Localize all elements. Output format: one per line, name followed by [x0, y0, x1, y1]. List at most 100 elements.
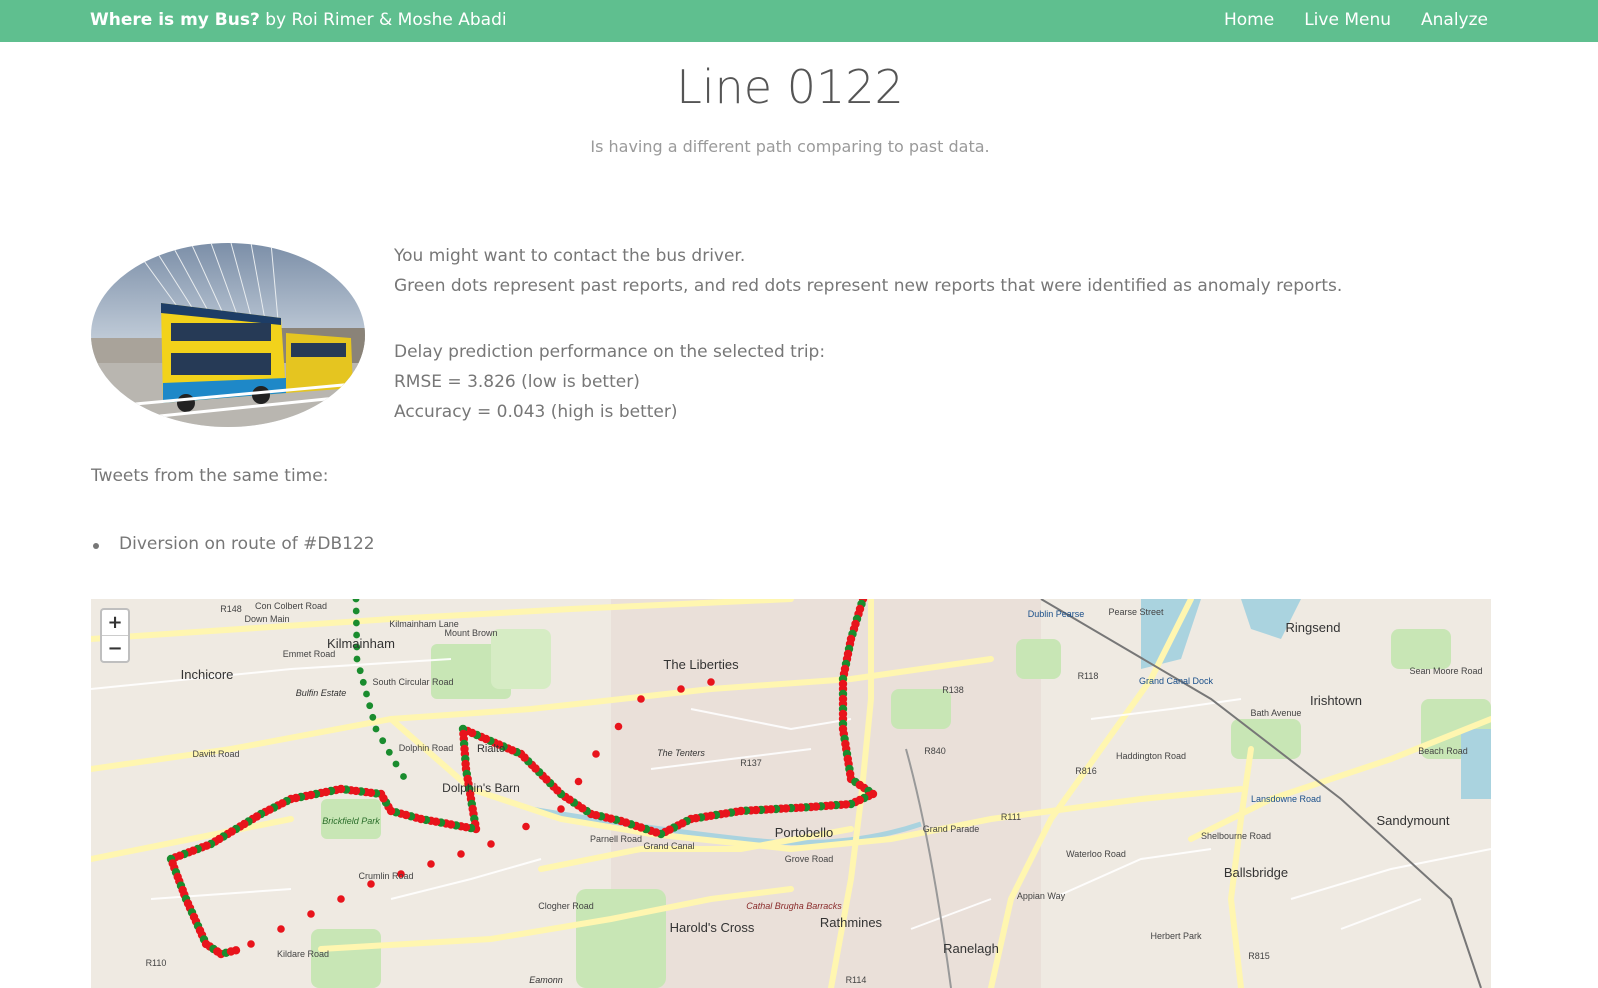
route-dot	[369, 713, 377, 721]
route-dot	[392, 760, 400, 768]
road-label-emmet: Emmet Road	[283, 649, 336, 659]
route-dot	[359, 678, 367, 686]
route-map[interactable]: + − Kilmainham Inchicore The Liberties P…	[91, 599, 1491, 988]
route-dot	[367, 880, 375, 888]
map-label-dublin-pearse: Dublin Pearse	[1028, 609, 1085, 619]
road-label-r138: R138	[942, 685, 964, 695]
road-label-south-circular: South Circular Road	[372, 677, 453, 687]
route-dot	[353, 619, 360, 627]
road-label-kildare: Kildare Road	[277, 949, 329, 959]
map-label-ranelagh: Ranelagh	[943, 941, 999, 956]
map-label-sandymount: Sandymount	[1377, 813, 1450, 828]
road-label-sean-moore: Sean Moore Road	[1409, 666, 1482, 676]
road-label-appian-way: Appian Way	[1017, 891, 1066, 901]
route-dot	[385, 748, 393, 756]
page-subtitle: Is having a different path comparing to …	[590, 137, 990, 156]
road-label-dolphin: Dolphin Road	[399, 743, 454, 753]
road-label-haddington: Haddington Road	[1116, 751, 1186, 761]
road-label-crumlin: Crumlin Road	[358, 871, 413, 881]
route-dot	[356, 667, 364, 675]
map-label-inchicore: Inchicore	[181, 667, 234, 682]
route-dot	[677, 685, 685, 693]
tweet-item: Diversion on route of #DB122	[91, 534, 375, 554]
route-dot	[522, 822, 530, 831]
road-label-parnell: Parnell Road	[590, 834, 642, 844]
route-dot	[277, 925, 285, 933]
road-label-shelbourne: Shelbourne Road	[1201, 831, 1271, 841]
map-label-the-liberties: The Liberties	[663, 657, 739, 672]
road-label-r114: R114	[846, 975, 867, 985]
road-label-davitt: Davitt Road	[192, 749, 239, 759]
nav-analyze-link[interactable]: Analyze	[1421, 10, 1488, 30]
trip-info: You might want to contact the bus driver…	[394, 241, 1342, 427]
route-dot	[307, 910, 315, 918]
route-dot	[707, 678, 715, 686]
map-label-irishtown: Irishtown	[1310, 693, 1362, 708]
nav-links: Home Live Menu Analyze	[1224, 10, 1488, 30]
map-label-grand-canal-dock: Grand Canal Dock	[1139, 676, 1214, 686]
map-label-eamonn: Eamonn	[529, 975, 563, 985]
route-dot	[366, 702, 374, 710]
route-dot	[353, 655, 361, 663]
route-dot	[363, 690, 370, 698]
map-label-cathal-brugha-barracks: Cathal Brugha Barracks	[746, 901, 842, 911]
map-label-ringsend: Ringsend	[1286, 620, 1341, 635]
road-label-kilmainham-lane: Kilmainham Lane	[389, 619, 459, 629]
zoom-in-button[interactable]: +	[102, 610, 128, 635]
rmse-value: RMSE = 3.826 (low is better)	[394, 372, 640, 392]
road-label-r815: R815	[1248, 951, 1270, 961]
route-dot	[592, 750, 600, 758]
page-title: Line 0122	[676, 60, 904, 114]
road-label-grand-parade: Grand Parade	[923, 824, 980, 834]
route-dot	[557, 805, 565, 813]
map-label-portobello: Portobello	[775, 825, 834, 840]
route-dot	[379, 737, 387, 745]
road-label-con-colbert: Con Colbert Road	[255, 601, 327, 611]
route-dot	[457, 850, 465, 858]
road-label-bath-avenue: Bath Avenue	[1251, 708, 1302, 718]
zoom-out-button[interactable]: −	[102, 635, 128, 661]
road-label-pearse-street: Pearse Street	[1108, 607, 1164, 617]
road-label-r148: R148	[220, 604, 242, 614]
top-navbar: Where is my Bus? by Roi Rimer & Moshe Ab…	[0, 0, 1598, 42]
route-dot	[400, 773, 407, 780]
performance-heading: Delay prediction performance on the sele…	[394, 342, 826, 362]
brand-link[interactable]: Where is my Bus? by Roi Rimer & Moshe Ab…	[90, 10, 507, 30]
road-label-r111: R111	[1001, 812, 1021, 822]
route-dot	[352, 607, 360, 615]
tweets-heading: Tweets from the same time:	[91, 466, 329, 486]
map-label-ballsbridge: Ballsbridge	[1224, 865, 1288, 880]
road-label-clogher: Clogher Road	[538, 901, 594, 911]
route-dot	[372, 725, 380, 733]
road-label-r110: R110	[146, 958, 167, 968]
map-label-lansdowne-road: Lansdowne Road	[1251, 794, 1321, 804]
nav-live-menu-link[interactable]: Live Menu	[1304, 10, 1391, 30]
map-label-harolds-cross: Harold's Cross	[670, 920, 755, 935]
map-label-rialto: Rialto	[477, 743, 505, 755]
zoom-control: + −	[100, 608, 130, 663]
route-dot	[337, 895, 345, 903]
nav-home-link[interactable]: Home	[1224, 10, 1274, 30]
route-dot	[247, 940, 255, 948]
map-label-kilmainham: Kilmainham	[327, 636, 395, 651]
road-label-beach-road: Beach Road	[1418, 746, 1468, 756]
legend-explanation-text: Green dots represent past reports, and r…	[394, 276, 1343, 296]
map-tiles: Kilmainham Inchicore The Liberties Porto…	[91, 599, 1491, 988]
tweets-list: Diversion on route of #DB122	[91, 534, 375, 554]
route-dot	[427, 860, 435, 868]
road-label-down-main: Down Main	[244, 614, 289, 624]
map-label-the-tenters: The Tenters	[657, 748, 705, 758]
route-dot	[231, 946, 241, 955]
brand-title: Where is my Bus?	[90, 10, 260, 30]
contact-driver-text: You might want to contact the bus driver…	[394, 246, 746, 266]
bus-photo	[91, 243, 365, 427]
road-label-mount-brown: Mount Brown	[444, 628, 497, 638]
map-label-brickfield-park: Brickfield Park	[322, 816, 380, 826]
route-dot	[614, 722, 623, 731]
road-label-r137: R137	[740, 758, 762, 768]
road-label-r816: R816	[1075, 766, 1097, 776]
road-label-r118: R118	[1078, 671, 1099, 681]
road-label-grove: Grove Road	[785, 854, 834, 864]
road-label-grand-canal: Grand Canal	[643, 841, 694, 851]
route-dot	[574, 777, 583, 786]
